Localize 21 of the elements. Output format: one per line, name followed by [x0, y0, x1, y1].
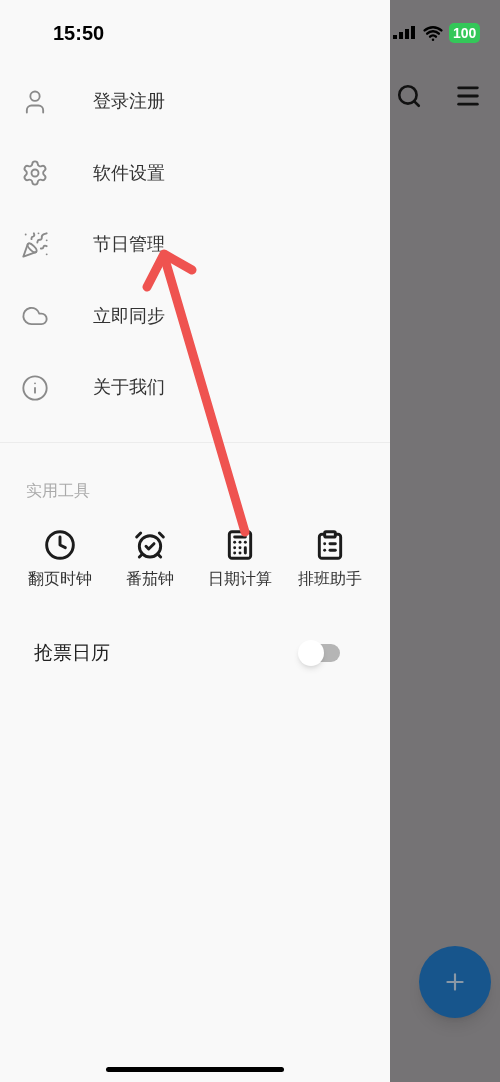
drawer-menu-item[interactable]: 登录注册 — [0, 66, 390, 138]
section-title: 实用工具 — [26, 481, 90, 499]
search-icon[interactable] — [396, 83, 422, 109]
drawer-menu-item[interactable]: 立即同步 — [0, 280, 390, 352]
settings-icon — [21, 159, 49, 188]
tool-item[interactable]: 翻页时钟 — [15, 528, 105, 591]
tool-item[interactable]: 排班助手 — [285, 528, 375, 591]
wifi-icon — [423, 23, 443, 43]
signal-icon — [393, 26, 417, 40]
drawer-menu-item[interactable]: 节日管理 — [0, 209, 390, 281]
drawer-menu-item[interactable]: 软件设置 — [0, 137, 390, 209]
clock-icon — [44, 528, 76, 561]
status-time: 15:50 — [53, 21, 105, 46]
toggle-label: 抢票日历 — [34, 640, 110, 665]
tool-item[interactable]: 日期计算 — [195, 528, 285, 591]
battery-indicator: 100 — [449, 23, 481, 43]
info-icon — [21, 373, 49, 402]
party-popper-icon — [21, 230, 49, 259]
tool-item[interactable]: 番茄钟 — [105, 528, 195, 591]
alarm-clock-icon — [134, 528, 166, 561]
drawer-menu-item[interactable]: 关于我们 — [0, 352, 390, 424]
